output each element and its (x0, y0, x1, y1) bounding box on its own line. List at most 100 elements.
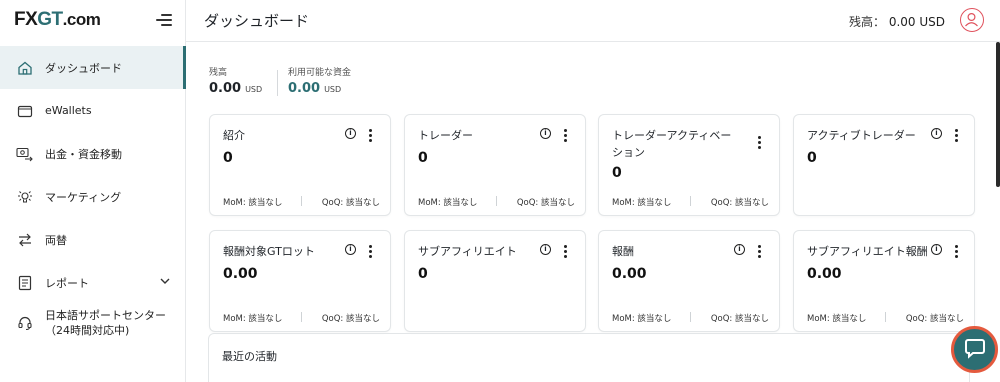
balance-currency: USD (245, 85, 263, 94)
sidebar-item-report[interactable]: レポート (0, 261, 185, 304)
logo-gt: GT (37, 9, 63, 30)
wallet-icon (16, 102, 34, 120)
sidebar-item-label: ダッシュボード (45, 61, 122, 75)
stat-card-active-traders: アクティブトレーダー i 0 (793, 114, 975, 216)
sidebar-item-label: 出金・資金移動 (45, 147, 122, 161)
card-qoq: QoQ: 該当なし (321, 198, 380, 208)
sidebar-item-label: 日本語サポートセンター （24時間対応中) (45, 309, 166, 337)
info-icon[interactable]: i (931, 244, 942, 255)
sidebar-item-label: eWallets (45, 104, 92, 117)
card-title: トレーダーアクティベーション (612, 129, 732, 159)
stat-card-sub-affiliate-rewards: サブアフィリエイト報酬 i 0.00 MoM: 該当なし QoQ: 該当なし (793, 230, 975, 332)
available-funds-summary: 利用可能な資金 0.00 USD (288, 65, 351, 96)
chevron-down-icon[interactable] (159, 275, 171, 290)
more-options-icon[interactable] (955, 129, 959, 144)
logo-fx: FX (14, 9, 38, 30)
more-options-icon[interactable] (564, 245, 568, 260)
card-title: アクティブトレーダー (807, 129, 916, 142)
sidebar-item-label: レポート (45, 276, 89, 290)
info-icon[interactable]: i (540, 128, 551, 139)
more-options-icon[interactable] (758, 136, 762, 151)
more-options-icon[interactable] (758, 245, 762, 260)
card-title: 報酬対象GTロット (223, 245, 315, 258)
card-divider (301, 196, 302, 206)
card-mom: MoM: 該当なし (418, 198, 478, 208)
dashboard-main: 残高 0.00 USD 利用可能な資金 0.00 USD 紹介 i 0 MoM: 該… (186, 42, 1000, 382)
menu-collapse-icon[interactable] (156, 12, 172, 28)
sidebar-item-marketing[interactable]: マーケティング (0, 175, 185, 218)
more-options-icon[interactable] (369, 129, 373, 144)
card-qoq: QoQ: 該当なし (321, 314, 380, 324)
available-funds-currency: USD (324, 85, 342, 94)
card-value: 0 (418, 266, 428, 282)
sidebar-item-label: 両替 (45, 233, 67, 247)
card-title: サブアフィリエイト報酬 (807, 245, 928, 258)
exchange-icon (16, 231, 34, 249)
chat-bubble-icon (963, 336, 987, 364)
header-balance: 残高： 0.00 USD (849, 13, 945, 30)
card-value: 0 (807, 150, 817, 166)
available-funds-value: 0.00 (288, 81, 321, 96)
info-icon[interactable]: i (345, 128, 356, 139)
more-options-icon[interactable] (369, 245, 373, 260)
card-mom: MoM: 該当なし (612, 314, 672, 324)
info-icon[interactable]: i (931, 128, 942, 139)
sidebar-item-dashboard[interactable]: ダッシュボード (0, 46, 186, 89)
balance-divider (277, 70, 278, 96)
card-mom: MoM: 該当なし (807, 314, 867, 324)
sidebar-item-withdrawal[interactable]: 出金・資金移動 (0, 132, 185, 175)
card-title: サブアフィリエイト (418, 245, 517, 258)
card-title: 報酬 (612, 245, 634, 258)
card-qoq: QoQ: 該当なし (710, 198, 769, 208)
stat-card-trader-activation: トレーダーアクティベーション 0 MoM: 該当なし QoQ: 該当なし (598, 114, 780, 216)
sidebar-item-ewallets[interactable]: eWallets (0, 89, 185, 132)
info-icon[interactable]: i (540, 244, 551, 255)
card-value: 0 (223, 150, 233, 166)
header-balance-value: 0.00 USD (888, 15, 945, 29)
card-value: 0.00 (807, 266, 842, 282)
balance-label: 残高 (209, 68, 228, 78)
card-mom: MoM: 該当なし (223, 198, 283, 208)
card-title: 紹介 (223, 129, 245, 142)
money-transfer-icon (16, 145, 34, 163)
sidebar-item-label: マーケティング (45, 190, 122, 204)
recent-activity-title: 最近の活動 (222, 350, 277, 363)
balance-summary: 残高 0.00 USD (209, 65, 262, 96)
card-divider (301, 312, 302, 322)
card-value: 0 (418, 150, 428, 166)
card-value: 0.00 (612, 266, 647, 282)
chat-button[interactable] (951, 326, 998, 373)
sidebar: FXGT.com ダッシュボード eWallets 出金・資金移動 マーケティン… (0, 0, 186, 382)
available-funds-label: 利用可能な資金 (288, 68, 352, 78)
more-options-icon[interactable] (564, 129, 568, 144)
logo-dom: .com (62, 10, 101, 29)
top-header: ダッシュボード 残高： 0.00 USD (186, 0, 1000, 42)
card-divider (885, 312, 886, 322)
marketing-icon (16, 188, 34, 206)
card-mom: MoM: 該当なし (612, 198, 672, 208)
home-icon (16, 59, 34, 77)
stat-card-traders: トレーダー i 0 MoM: 該当なし QoQ: 該当なし (404, 114, 586, 216)
headset-icon (16, 314, 34, 332)
more-options-icon[interactable] (955, 245, 959, 260)
info-icon[interactable]: i (734, 244, 745, 255)
info-icon[interactable]: i (345, 244, 356, 255)
sidebar-nav: ダッシュボード eWallets 出金・資金移動 マーケティング 両替 レポート… (0, 46, 186, 360)
report-icon (16, 274, 34, 292)
card-qoq: QoQ: 該当なし (710, 314, 769, 324)
card-divider (690, 312, 691, 322)
card-divider (690, 196, 691, 206)
page-scrollbar[interactable] (996, 42, 1000, 187)
fxgt-logo[interactable]: FXGT.com (14, 9, 101, 31)
card-qoq: QoQ: 該当なし (516, 198, 575, 208)
sidebar-item-support[interactable]: 日本語サポートセンター （24時間対応中) (0, 304, 185, 360)
card-mom: MoM: 該当なし (223, 314, 283, 324)
sidebar-item-exchange[interactable]: 両替 (0, 218, 185, 261)
card-title: トレーダー (418, 129, 473, 142)
card-value: 0.00 (223, 266, 258, 282)
card-qoq: QoQ: 該当なし (905, 314, 964, 324)
page-title: ダッシュボード (204, 12, 310, 30)
stat-card-rewards: 報酬 i 0.00 MoM: 該当なし QoQ: 該当なし (598, 230, 780, 332)
user-avatar-icon[interactable] (960, 8, 984, 32)
stat-card-referrals: 紹介 i 0 MoM: 該当なし QoQ: 該当なし (209, 114, 391, 216)
